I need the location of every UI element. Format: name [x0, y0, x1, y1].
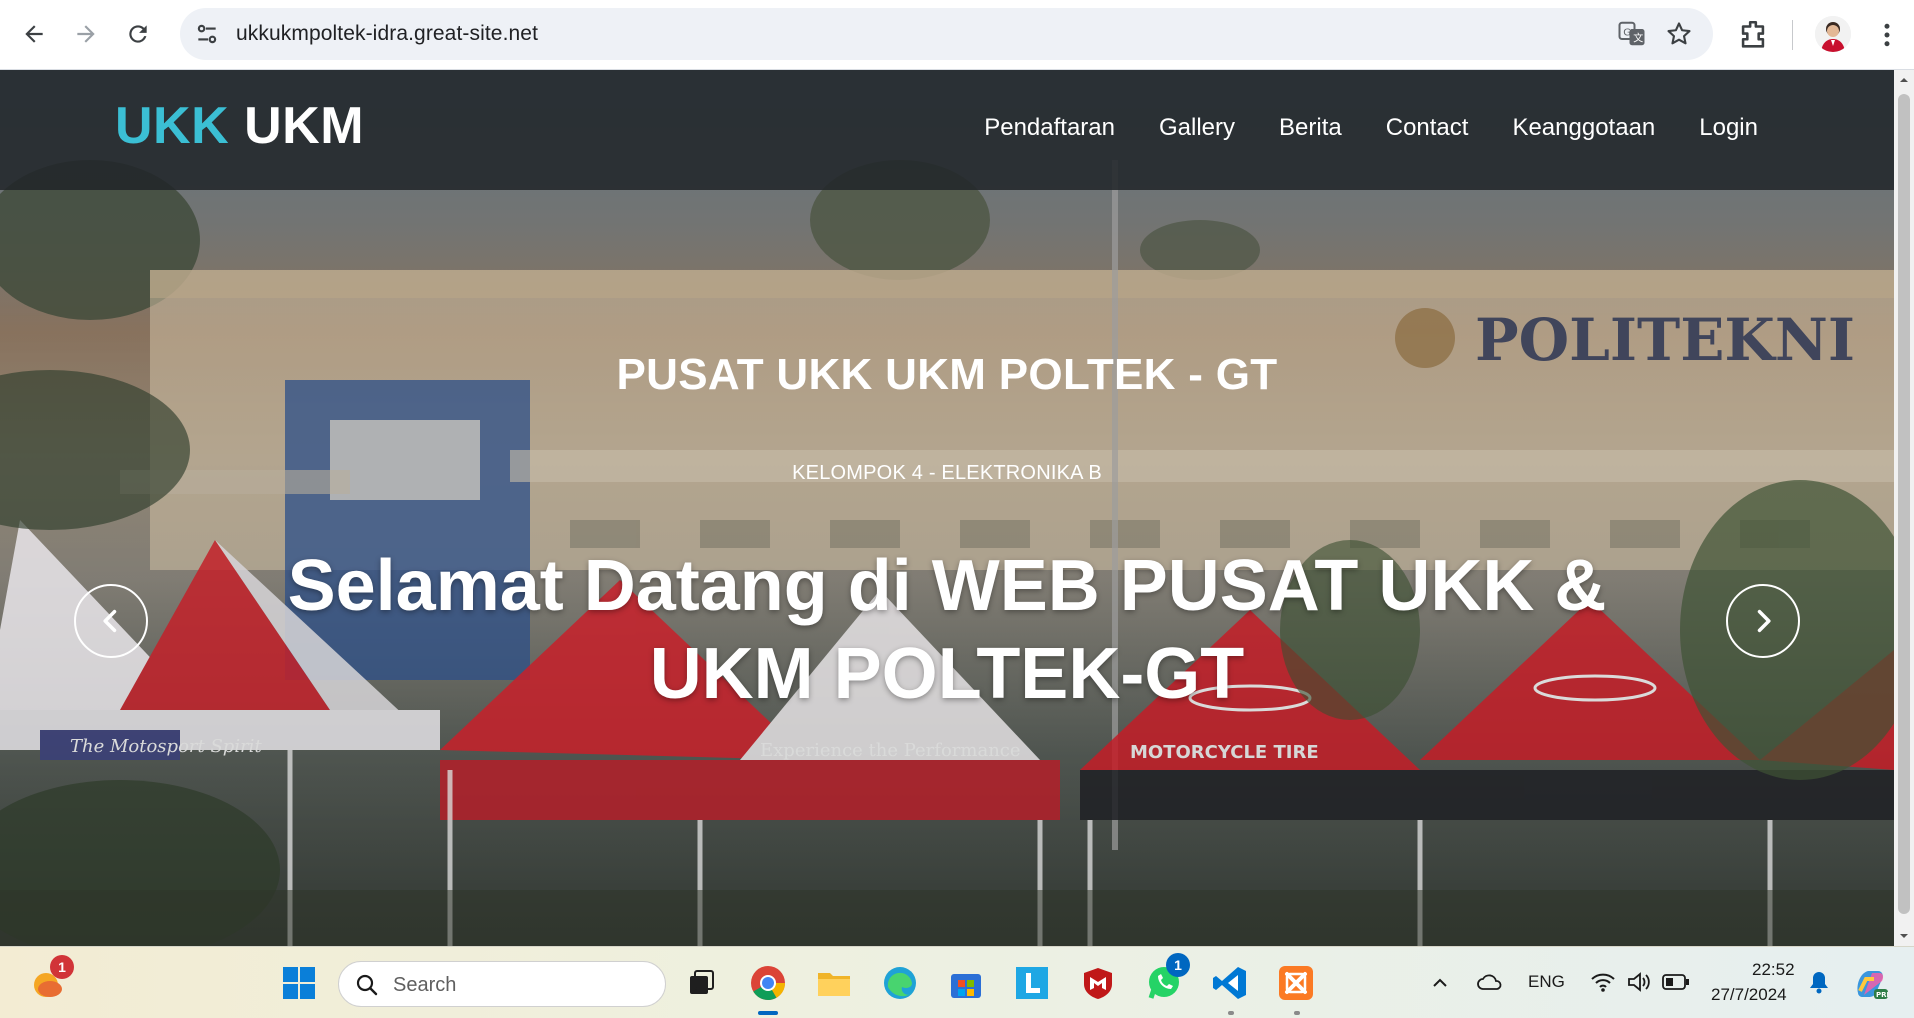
nav-link-contact[interactable]: Contact [1386, 114, 1469, 142]
site-brand-logo[interactable]: UKK UKM [115, 96, 364, 156]
nav-link-keanggotaan[interactable]: Keanggotaan [1512, 114, 1655, 142]
nav-link-login[interactable]: Login [1699, 114, 1758, 142]
taskbar-file-explorer[interactable] [812, 961, 856, 1005]
vscode-icon [1213, 967, 1246, 999]
onedrive-cloud-icon[interactable] [1476, 971, 1504, 993]
whatsapp-badge: 1 [1166, 953, 1190, 977]
page-viewport: POLITEKNI MOTORCYCLE TIRE The Motosport … [0, 70, 1894, 946]
back-icon [25, 25, 43, 43]
reload-button[interactable] [118, 14, 158, 54]
scroll-up-arrow-icon[interactable] [1898, 74, 1910, 86]
hero-subtitle: KELOMPOK 4 - ELEKTRONIKA B [792, 462, 1102, 484]
l-app-icon [1016, 967, 1048, 999]
browser-toolbar: ukkukmpoltek-idra.great-site.net G 文 [0, 0, 1914, 70]
brand-ukk: UKK [115, 97, 230, 155]
start-icon [283, 967, 315, 999]
svg-text:The Motosport Spirit: The Motosport Spirit [70, 736, 262, 757]
scroll-thumb[interactable] [1898, 94, 1910, 914]
taskbar-vscode[interactable] [1208, 961, 1252, 1005]
scroll-down-arrow-icon[interactable] [1898, 930, 1910, 942]
carousel-prev-button[interactable] [74, 584, 148, 658]
chevron-right-icon [1757, 609, 1771, 633]
notification-bell-icon[interactable] [1808, 969, 1830, 995]
clock-date[interactable]: 27/7/2024 [1711, 985, 1787, 1005]
svg-text:Experience the Performance: Experience the Performance [760, 740, 1021, 761]
chrome-active-indicator [758, 1011, 778, 1015]
url-text[interactable]: ukkukmpoltek-idra.great-site.net [236, 22, 538, 46]
vscode-running-indicator [1228, 1011, 1234, 1015]
xampp-icon [1279, 966, 1313, 1000]
weather-widget[interactable]: 1 [26, 955, 74, 1005]
back-button[interactable] [14, 14, 54, 54]
campus-background-image: POLITEKNI MOTORCYCLE TIRE The Motosport … [0, 160, 1894, 946]
hero-title: PUSAT UKK UKM POLTEK - GT [616, 350, 1278, 399]
page-scrollbar[interactable] [1894, 70, 1914, 946]
reload-icon [129, 25, 147, 43]
edge-icon [884, 967, 916, 999]
chevron-left-icon [103, 609, 117, 633]
file-explorer-icon [818, 973, 850, 996]
taskbar-microsoft-store[interactable] [944, 961, 988, 1005]
search-placeholder: Search [393, 974, 457, 996]
taskbar-chrome[interactable] [746, 961, 790, 1005]
site-navbar: UKK UKM Pendaftaran Gallery Berita Conta… [0, 70, 1894, 190]
search-icon [356, 974, 378, 996]
profile-photo [1815, 16, 1851, 52]
svg-text:文: 文 [1633, 32, 1643, 45]
profile-avatar[interactable] [1815, 16, 1851, 52]
carousel-next-button[interactable] [1726, 584, 1800, 658]
translate-icon[interactable]: G 文 [1617, 19, 1647, 49]
bookmark-star-icon[interactable] [1665, 20, 1693, 48]
mcafee-icon [1084, 968, 1112, 999]
taskbar-search[interactable]: Search [338, 961, 666, 1007]
taskbar-l-app[interactable] [1010, 961, 1054, 1005]
address-bar[interactable]: ukkukmpoltek-idra.great-site.net G 文 [180, 8, 1713, 60]
xampp-running-indicator [1294, 1011, 1300, 1015]
microsoft-store-icon [951, 974, 981, 998]
weather-badge: 1 [50, 955, 74, 979]
task-view-button[interactable] [680, 961, 724, 1005]
volume-icon[interactable] [1626, 971, 1652, 993]
taskbar-mcafee[interactable] [1076, 961, 1120, 1005]
wifi-icon[interactable] [1590, 971, 1616, 993]
hero-carousel: POLITEKNI MOTORCYCLE TIRE The Motosport … [0, 70, 1894, 946]
toolbar-divider [1792, 20, 1793, 50]
svg-text:PRE: PRE [1876, 991, 1888, 999]
battery-icon[interactable] [1662, 973, 1690, 991]
main-menu: Pendaftaran Gallery Berita Contact Keang… [984, 114, 1758, 142]
site-info-icon[interactable] [194, 21, 220, 47]
task-view-icon [690, 970, 714, 994]
brand-ukm: UKM [244, 97, 365, 155]
forward-button[interactable] [66, 14, 106, 54]
nav-link-pendaftaran[interactable]: Pendaftaran [984, 114, 1115, 142]
taskbar-xampp[interactable] [1274, 961, 1318, 1005]
chrome-icon [751, 966, 785, 1000]
chevron-up-icon[interactable] [1430, 973, 1450, 993]
forward-icon [77, 25, 95, 43]
nav-link-berita[interactable]: Berita [1279, 114, 1342, 142]
svg-text:MOTORCYCLE TIRE: MOTORCYCLE TIRE [1130, 742, 1319, 763]
language-indicator[interactable]: ENG [1528, 972, 1565, 992]
windows-taskbar: 1 Search 1 ENG 22:52 27/7/2024 PR [0, 946, 1914, 1018]
taskbar-whatsapp[interactable]: 1 [1142, 953, 1190, 1005]
taskbar-edge[interactable] [878, 961, 922, 1005]
nav-link-gallery[interactable]: Gallery [1159, 114, 1235, 142]
start-button[interactable] [277, 961, 321, 1005]
clock-time[interactable]: 22:52 [1752, 960, 1795, 980]
extensions-icon[interactable] [1736, 18, 1770, 52]
more-menu-icon[interactable] [1872, 20, 1902, 50]
hero-headline: Selamat Datang di WEB PUSAT UKK & UKM PO… [287, 546, 1607, 714]
copilot-icon[interactable]: PRE [1852, 965, 1888, 1001]
